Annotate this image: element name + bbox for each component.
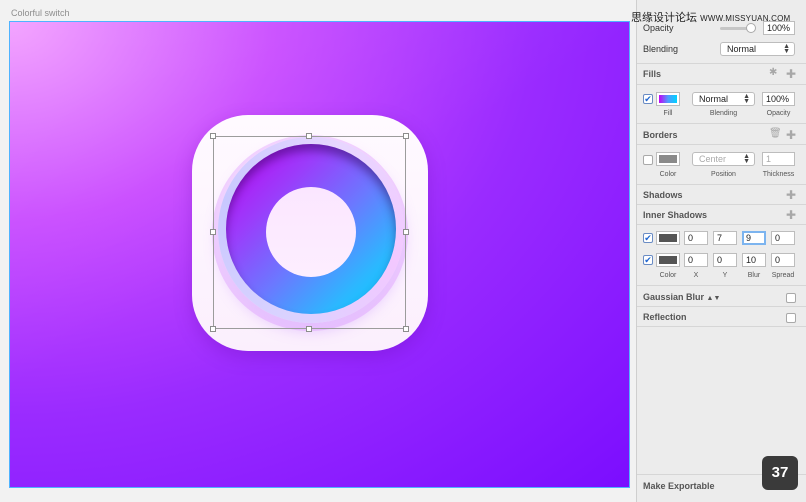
- watermark: 思缘设计论坛 WWW.MISSYUAN.COM: [631, 9, 790, 25]
- inner-shadow-color-caption: Color: [659, 272, 677, 279]
- shadows-section-title[interactable]: Shadows: [643, 190, 683, 200]
- inner-shadow-2-color-swatch[interactable]: [656, 253, 680, 267]
- border-position-value: Center: [699, 154, 727, 164]
- fill-blending-value: Normal: [699, 94, 729, 104]
- gaussian-blur-label: Gaussian Blur: [643, 292, 705, 302]
- resize-handle-top-left[interactable]: [210, 133, 216, 139]
- border-color-caption: Color: [659, 171, 677, 178]
- fill-gradient-preview: [659, 95, 677, 103]
- delete-border-trash-icon[interactable]: 🗑: [769, 129, 782, 139]
- add-inner-shadow-plus-icon[interactable]: ✚: [786, 209, 796, 221]
- page-number-badge: 37: [762, 456, 798, 490]
- fill-caption: Fill: [663, 110, 673, 117]
- border-position-select[interactable]: Center ▲ ▼: [692, 152, 755, 166]
- blending-caption: Blending: [709, 110, 738, 117]
- blending-select[interactable]: Normal ▲ ▼: [720, 42, 795, 56]
- border-color-preview: [659, 155, 677, 163]
- inner-shadow-x-caption: X: [693, 272, 699, 279]
- selection-bounding-box[interactable]: [213, 136, 406, 329]
- inner-shadow-color-preview: [659, 256, 677, 264]
- inner-shadow-y-caption: Y: [722, 272, 728, 279]
- resize-handle-bottom-right[interactable]: [403, 326, 409, 332]
- fill-blending-select[interactable]: Normal ▲ ▼: [692, 92, 755, 106]
- inner-shadows-section-title[interactable]: Inner Shadows: [643, 210, 707, 220]
- divider: [637, 63, 806, 64]
- inner-shadow-color-preview: [659, 234, 677, 242]
- inspector-panel: Opacity 100% Blending Normal ▲ ▼ Fills ✱ …: [636, 0, 806, 502]
- blur-type-arrows-icon[interactable]: ▲▼: [707, 295, 721, 302]
- inner-shadow-1-x-input[interactable]: 0: [684, 231, 708, 245]
- divider: [637, 123, 806, 124]
- artboard-title[interactable]: Colorful switch: [11, 8, 70, 18]
- resize-handle-top[interactable]: [306, 133, 312, 139]
- resize-handle-bottom[interactable]: [306, 326, 312, 332]
- divider: [637, 326, 806, 327]
- add-fill-plus-icon[interactable]: ✚: [786, 68, 796, 80]
- border-thickness-input[interactable]: 1: [762, 152, 795, 166]
- inner-shadow-1-y-input[interactable]: 7: [713, 231, 737, 245]
- select-arrows-icon: ▲ ▼: [743, 153, 750, 165]
- inner-shadow-1-checkbox[interactable]: ✔: [643, 233, 653, 243]
- borders-section-title[interactable]: Borders: [643, 130, 678, 140]
- fill-color-swatch[interactable]: [656, 92, 680, 106]
- select-arrows-icon: ▲ ▼: [743, 93, 750, 105]
- opacity-caption: Opacity: [766, 110, 791, 117]
- border-position-caption: Position: [711, 171, 736, 178]
- inner-shadow-1-spread-input[interactable]: 0: [771, 231, 795, 245]
- inner-shadow-blur-caption: Blur: [747, 272, 761, 279]
- fill-opacity-input[interactable]: 100%: [762, 92, 795, 106]
- resize-handle-right[interactable]: [403, 229, 409, 235]
- inner-shadow-2-spread-input[interactable]: 0: [771, 253, 795, 267]
- inner-shadow-spread-caption: Spread: [771, 272, 795, 279]
- fill-enabled-checkbox[interactable]: ✔: [643, 94, 653, 104]
- gaussian-blur-section-title[interactable]: Gaussian Blur ▲▼: [643, 292, 720, 302]
- inner-shadow-2-x-input[interactable]: 0: [684, 253, 708, 267]
- watermark-chinese: 思缘设计论坛: [631, 12, 697, 24]
- divider: [637, 144, 806, 145]
- inner-shadow-2-blur-input[interactable]: 10: [742, 253, 766, 267]
- divider: [637, 224, 806, 225]
- inner-shadow-2-checkbox[interactable]: ✔: [643, 255, 653, 265]
- inner-shadow-1-color-swatch[interactable]: [656, 231, 680, 245]
- inner-shadow-2-y-input[interactable]: 0: [713, 253, 737, 267]
- inner-shadow-1-blur-input[interactable]: 9: [742, 231, 766, 245]
- divider: [637, 184, 806, 185]
- resize-handle-top-right[interactable]: [403, 133, 409, 139]
- fill-options-gear-icon[interactable]: ✱: [769, 68, 777, 78]
- divider: [637, 84, 806, 85]
- reflection-checkbox[interactable]: [786, 313, 796, 323]
- design-app-window: Colorful switch Opacity 100% Blending No…: [0, 0, 806, 502]
- add-shadow-plus-icon[interactable]: ✚: [786, 189, 796, 201]
- gaussian-blur-checkbox[interactable]: [786, 293, 796, 303]
- divider: [637, 306, 806, 307]
- canvas-area[interactable]: Colorful switch: [0, 0, 636, 502]
- make-exportable-title[interactable]: Make Exportable: [643, 481, 715, 491]
- fills-section-title[interactable]: Fills: [643, 69, 661, 79]
- divider: [637, 204, 806, 205]
- watermark-url: WWW.MISSYUAN.COM: [700, 14, 791, 23]
- border-color-swatch[interactable]: [656, 152, 680, 166]
- reflection-section-title[interactable]: Reflection: [643, 312, 687, 322]
- resize-handle-bottom-left[interactable]: [210, 326, 216, 332]
- border-thickness-caption: Thickness: [762, 171, 795, 178]
- resize-handle-left[interactable]: [210, 229, 216, 235]
- blending-label: Blending: [643, 44, 679, 54]
- border-enabled-checkbox[interactable]: [643, 155, 653, 165]
- blending-select-value: Normal: [727, 44, 757, 54]
- add-border-plus-icon[interactable]: ✚: [786, 129, 796, 141]
- select-arrows-icon: ▲ ▼: [783, 43, 790, 55]
- divider: [637, 285, 806, 286]
